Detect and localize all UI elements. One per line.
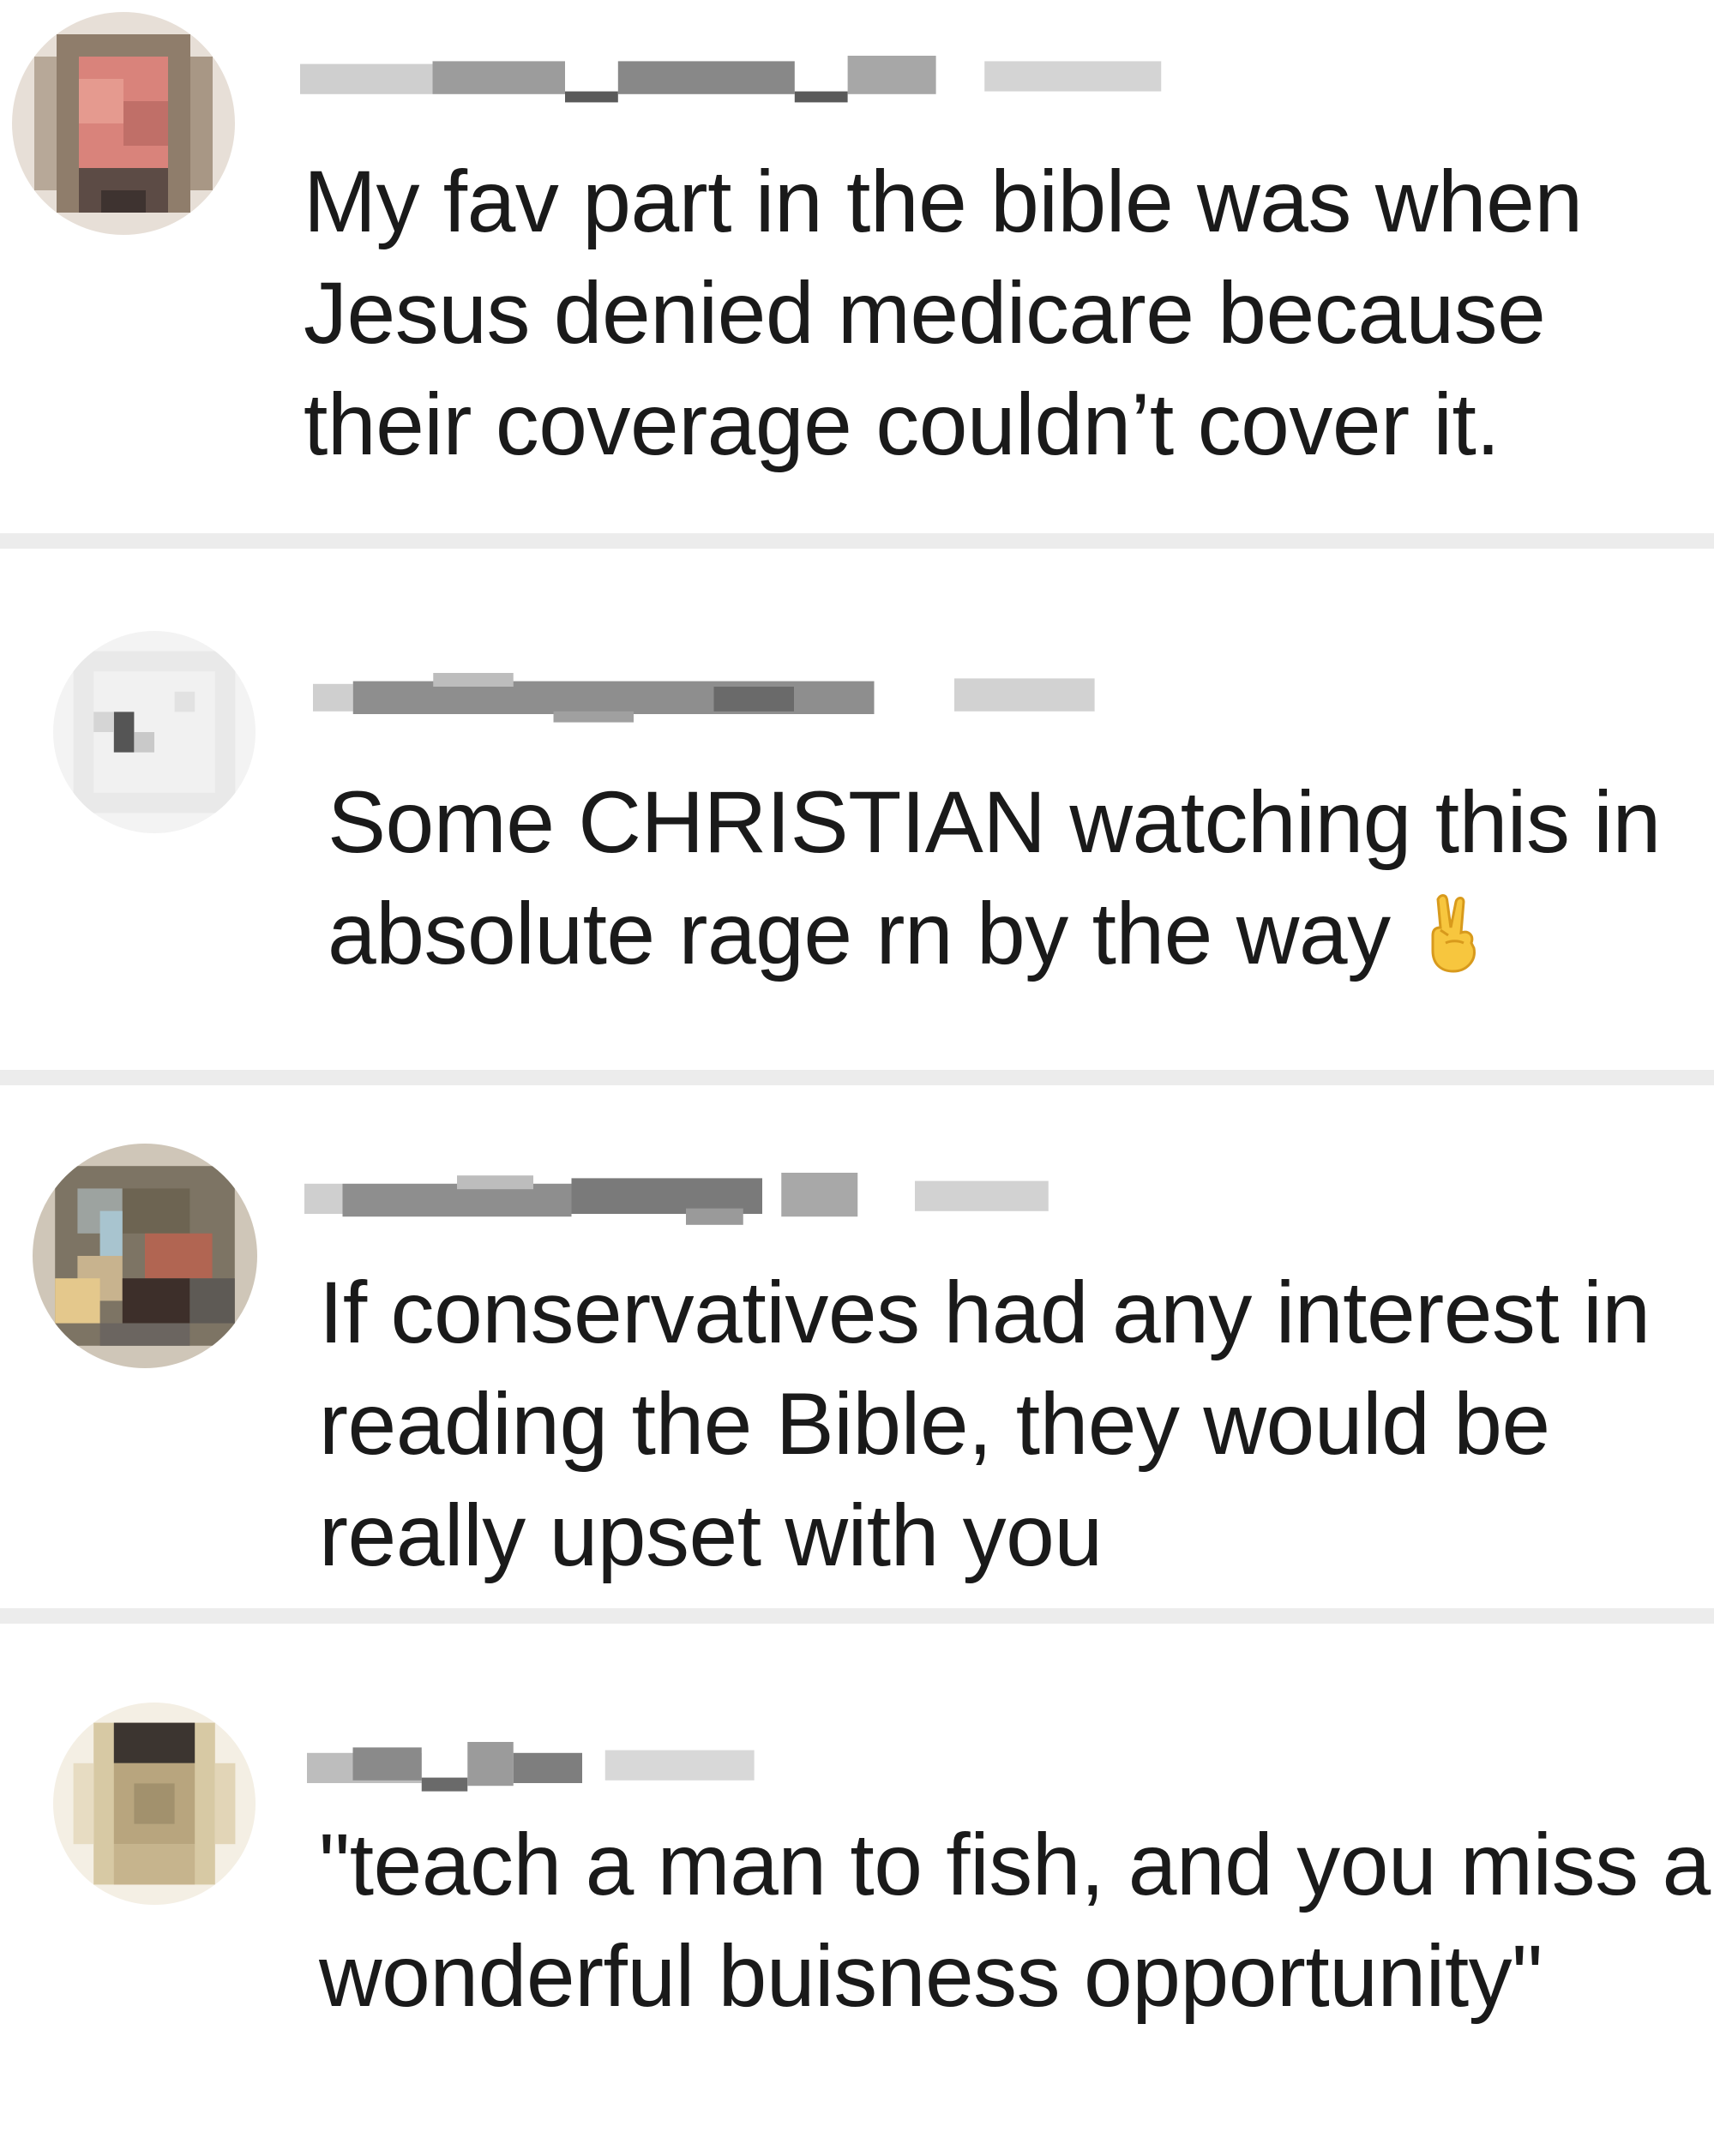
username-redacted[interactable] [304,1173,1067,1228]
username-redacted[interactable] [307,1742,766,1797]
pixelated-username [313,673,1095,723]
comment-text: "teach a man to fish, and you miss a won… [319,1809,1711,2032]
pixelated-avatar-image [53,1703,256,1905]
pixelated-username [304,1173,1049,1225]
comment-text-line: If conservatives had any interest in [319,1264,1651,1361]
avatar[interactable] [53,1703,256,1905]
comment-text-line: reading the Bible, they would be [319,1375,1550,1473]
avatar[interactable] [53,631,256,833]
comment-text-line: really upset with you [319,1486,1103,1584]
comment-text-line: Some CHRISTIAN watching this in [328,773,1661,871]
comment-text-line: their coverage couldn’t cover it. [304,375,1501,473]
comment-text-line: My fav part in the bible was when [304,153,1583,250]
comment-text-line: wonderful buisness opportunity" [319,1927,1543,2025]
comment-item: "teach a man to fish, and you miss a won… [0,1624,1714,2156]
comment-text-line: absolute rage rn by the way [328,885,1391,982]
username-redacted[interactable] [313,673,1115,728]
comment-divider [0,533,1714,549]
avatar[interactable] [12,12,235,235]
pixelated-username [307,1742,755,1792]
comment-text-line: Jesus denied medicare because [304,264,1546,362]
pixelated-avatar-image [53,631,256,833]
pixelated-username [300,56,1162,103]
comment-item: If conservatives had any interest in rea… [0,1085,1714,1608]
avatar[interactable] [33,1144,257,1368]
username-redacted[interactable] [300,56,1183,111]
comment-item: Some CHRISTIAN watching this in absolute… [0,549,1714,1067]
comment-text: If conservatives had any interest in rea… [319,1257,1651,1591]
comment-text: Some CHRISTIAN watching this in absolute… [328,766,1661,989]
pixelated-avatar-image [12,12,235,235]
comment-text: My fav part in the bible was when Jesus … [304,146,1583,480]
pixelated-avatar-image [33,1144,257,1368]
victory-hand-icon [1431,894,1476,973]
comment-text-line: "teach a man to fish, and you miss a [319,1816,1711,1913]
comment-divider [0,1608,1714,1624]
comment-divider [0,1070,1714,1085]
comment-item: My fav part in the bible was when Jesus … [0,0,1714,531]
